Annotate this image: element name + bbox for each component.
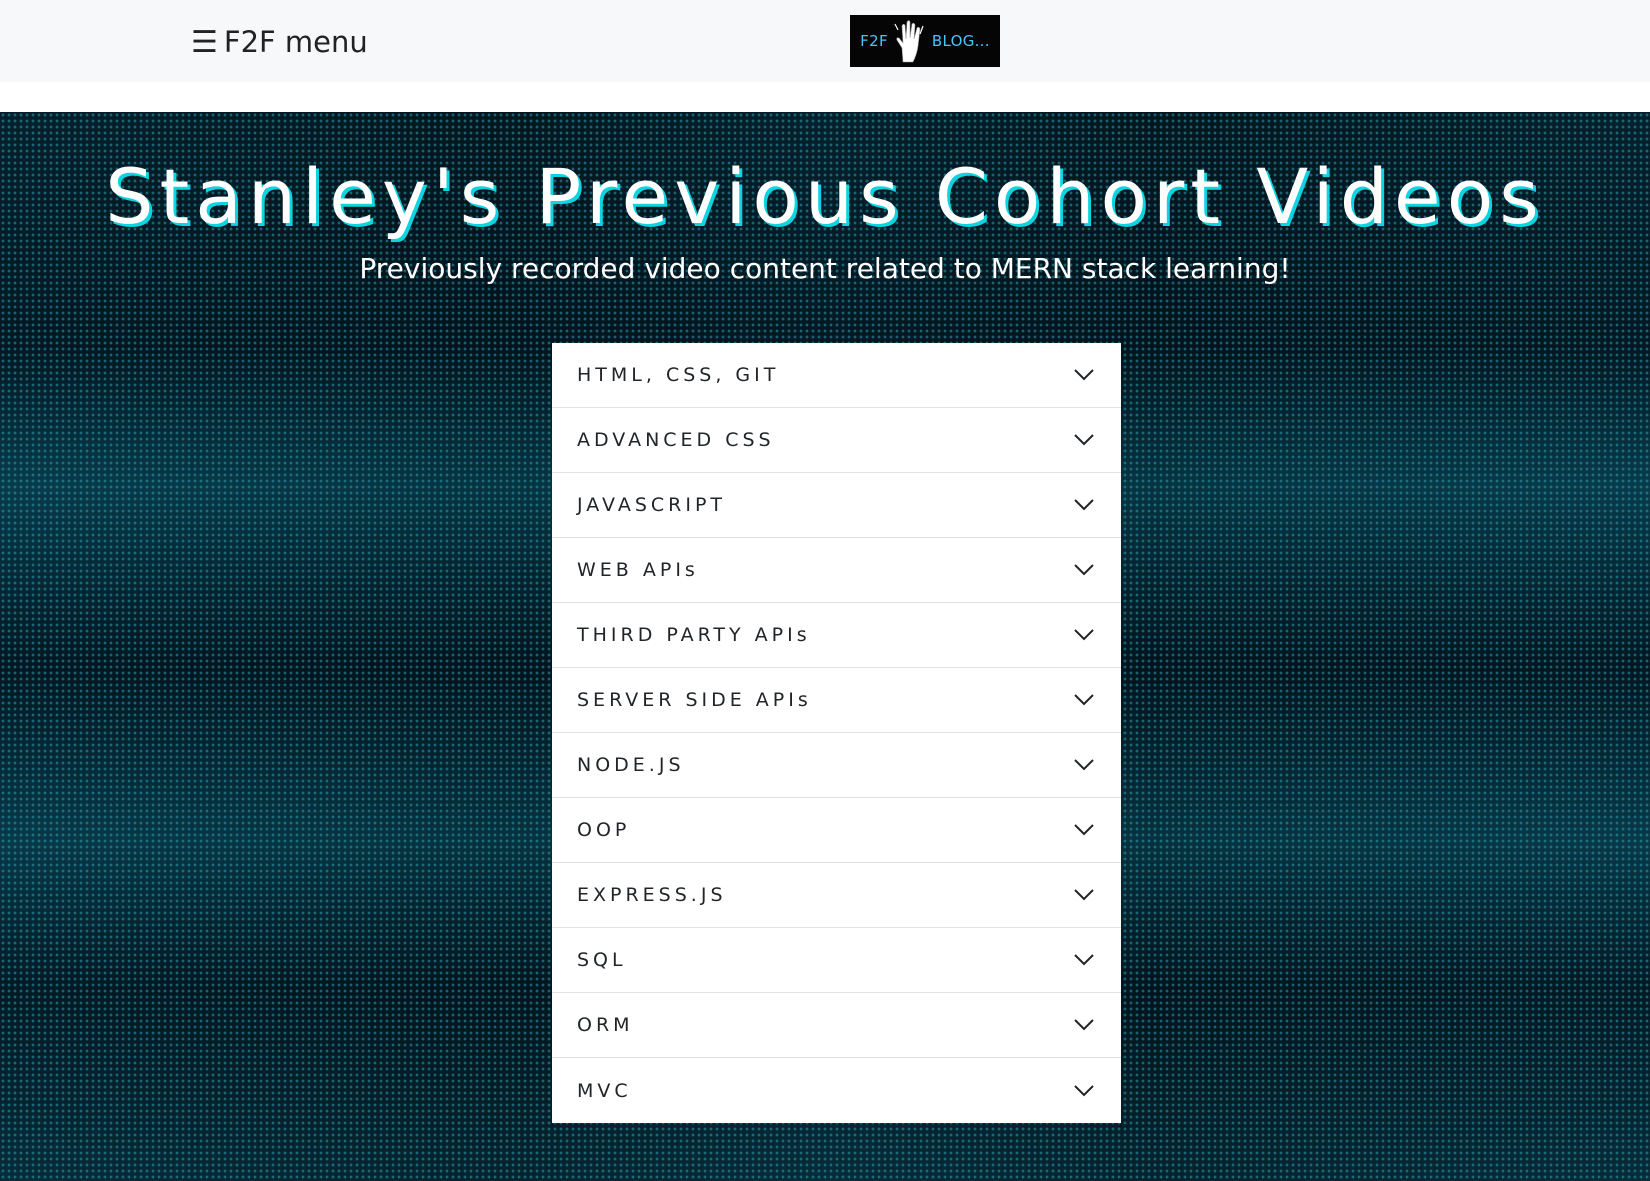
menu-label: F2F menu (223, 25, 368, 59)
topics-accordion: HTML, CSS, GIT ADVANCED CSS JAVASCRIPT W… (552, 343, 1121, 1123)
chevron-down-icon[interactable] (1073, 758, 1095, 772)
chevron-down-icon[interactable] (1073, 368, 1095, 382)
accordion-item-label: JAVASCRIPT (577, 494, 727, 516)
accordion-item-label: MVC (577, 1079, 632, 1102)
accordion-item-label: HTML, CSS, GIT (577, 364, 780, 386)
accordion-item-sql[interactable]: SQL (552, 928, 1121, 993)
site-logo[interactable]: F2F BLOG... (850, 15, 1000, 67)
accordion-item-html-css-git[interactable]: HTML, CSS, GIT (552, 343, 1121, 408)
accordion-item-label: NODE.JS (577, 754, 685, 776)
accordion-item-third-party-apis[interactable]: THIRD PARTY APIs (552, 603, 1121, 668)
accordion-item-advanced-css[interactable]: ADVANCED CSS (552, 408, 1121, 473)
page-subtitle: Previously recorded video content relate… (359, 252, 1291, 285)
accordion-item-express-js[interactable]: EXPRESS.JS (552, 863, 1121, 928)
accordion-item-label: ORM (577, 1014, 634, 1036)
chevron-down-icon[interactable] (1073, 628, 1095, 642)
accordion-item-web-apis[interactable]: WEB APIs (552, 538, 1121, 603)
chevron-down-icon[interactable] (1073, 1084, 1095, 1098)
chevron-down-icon[interactable] (1073, 888, 1095, 902)
chevron-down-icon[interactable] (1073, 953, 1095, 967)
accordion-item-label: EXPRESS.JS (577, 884, 727, 906)
chevron-down-icon[interactable] (1073, 433, 1095, 447)
accordion-item-label: WEB APIs (577, 559, 699, 581)
page-title: Stanley's Previous Cohort Videos (105, 152, 1545, 241)
menu-toggle-button[interactable]: ☰ F2F menu (191, 22, 368, 62)
chevron-down-icon[interactable] (1073, 498, 1095, 512)
hand-icon (894, 20, 924, 63)
chevron-down-icon[interactable] (1073, 823, 1095, 837)
chevron-down-icon[interactable] (1073, 1018, 1095, 1032)
logo-text-f2f: F2F (860, 32, 888, 50)
hero-section: Stanley's Previous Cohort Videos Previou… (0, 112, 1650, 1181)
accordion-item-orm[interactable]: ORM (552, 993, 1121, 1058)
accordion-item-label: SQL (577, 949, 627, 971)
accordion-item-label: ADVANCED CSS (577, 429, 775, 451)
hamburger-icon: ☰ (191, 24, 218, 60)
accordion-item-label: SERVER SIDE APIs (577, 689, 812, 711)
chevron-down-icon[interactable] (1073, 563, 1095, 577)
chevron-down-icon[interactable] (1073, 693, 1095, 707)
logo-text-blog: BLOG... (931, 32, 990, 50)
accordion-item-mvc[interactable]: MVC (552, 1058, 1121, 1123)
accordion-item-oop[interactable]: OOP (552, 798, 1121, 863)
accordion-item-server-side-apis[interactable]: SERVER SIDE APIs (552, 668, 1121, 733)
accordion-item-label: THIRD PARTY APIs (577, 624, 811, 646)
accordion-item-label: OOP (577, 819, 631, 841)
accordion-item-javascript[interactable]: JAVASCRIPT (552, 473, 1121, 538)
navbar: ☰ F2F menu F2F BLOG... (0, 0, 1650, 82)
accordion-item-node-js[interactable]: NODE.JS (552, 733, 1121, 798)
